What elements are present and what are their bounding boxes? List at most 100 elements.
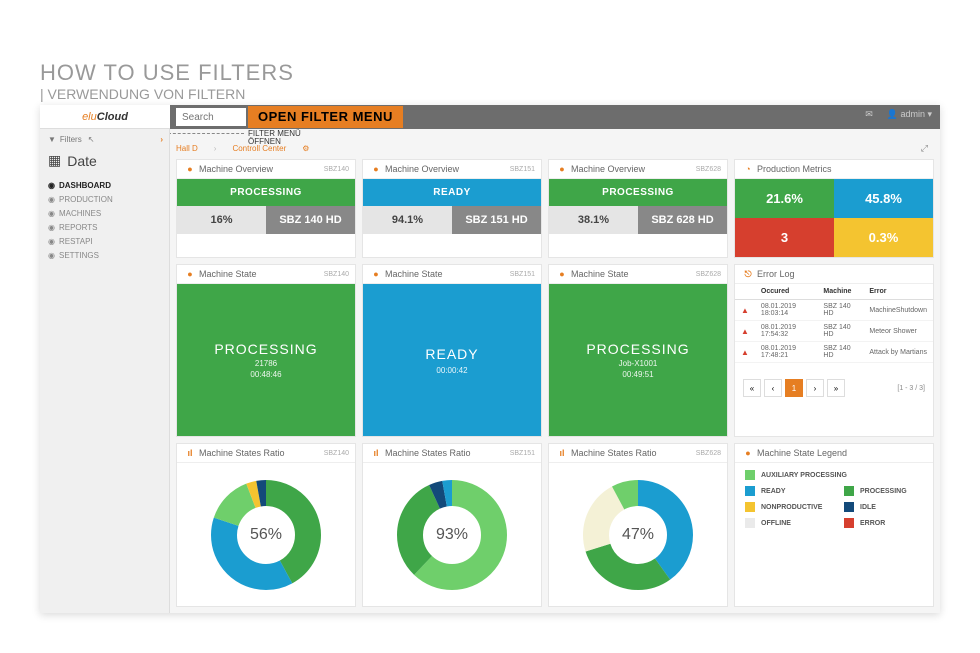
pager: «‹1›» [1 - 3 / 3] — [735, 363, 933, 413]
legend-item: AUXILIARY PROCESSING — [735, 467, 933, 483]
legend-swatch — [745, 518, 755, 528]
card-header: ●Machine StateSBZ140 — [177, 265, 355, 284]
card-tag: SBZ151 — [510, 450, 535, 457]
card-tag: SBZ628 — [696, 271, 721, 278]
pager-page[interactable]: 1 — [785, 379, 803, 397]
gear-icon[interactable]: ⚙ — [302, 144, 309, 153]
filters-toggle[interactable]: ▼ Filters ↖ › — [40, 129, 169, 150]
info-icon: ● — [557, 269, 567, 279]
mail-icon[interactable]: ✉ — [865, 109, 873, 120]
expand-icon[interactable]: ⤢ — [921, 143, 928, 154]
pager-prev[interactable]: ‹ — [764, 379, 782, 397]
card-header: ılMachine States RatioSBZ151 — [363, 444, 541, 463]
cursor-icon: ↖ — [88, 135, 95, 144]
metric-d: 0.3% — [834, 218, 933, 257]
card-header: ⎋ Error Log — [735, 265, 933, 284]
card-title: Machine State — [571, 269, 629, 279]
warn-icon: ▲ — [735, 300, 755, 321]
topbar: eluCloud OPEN FILTER MENU FILTER MENÜÖFF… — [40, 105, 940, 129]
metric-a: 21.6% — [735, 179, 834, 218]
card-title: Machine Overview — [385, 164, 459, 174]
slide-title: HOW TO USE FILTERS — [40, 60, 294, 86]
pager-first[interactable]: « — [743, 379, 761, 397]
info-icon: ıl — [185, 448, 195, 458]
card-title: Machine Overview — [571, 164, 645, 174]
card-tag: SBZ628 — [696, 166, 721, 173]
callout-arrow — [168, 133, 244, 134]
model-label: SBZ 140 HD — [266, 206, 355, 234]
dashboard-grid: ●Machine OverviewSBZ140PROCESSING16%SBZ … — [176, 159, 934, 607]
card-title: Error Log — [757, 269, 795, 279]
logo-text: Cloud — [97, 111, 128, 123]
legend-item: PROCESSING — [834, 483, 933, 499]
date-heading[interactable]: ▦ Date — [40, 150, 169, 175]
info-icon: ● — [371, 269, 381, 279]
legend-swatch — [844, 502, 854, 512]
card-title: Production Metrics — [757, 164, 832, 174]
card-header: ● Machine State SBZ628 — [549, 265, 727, 284]
pager-info: [1 - 3 / 3] — [897, 385, 925, 392]
ratio-card: ılMachine States RatioSBZ14056% — [176, 443, 356, 607]
metric-c: 3 — [735, 218, 834, 257]
nav-icon: ◉ — [48, 237, 55, 246]
prod-metrics-card: ◔Production Metrics21.6%45.8%30.3% — [734, 159, 934, 258]
legend-item: ERROR — [834, 515, 933, 531]
search-input[interactable] — [176, 108, 246, 126]
nav-item[interactable]: ◉ MACHINES — [48, 209, 161, 218]
legend-item: READY — [735, 483, 834, 499]
card-title: Machine States Ratio — [571, 448, 657, 458]
state-card: ●Machine StateSBZ151READY00:00:42 — [362, 264, 542, 437]
legend-swatch — [745, 486, 755, 496]
logo[interactable]: eluCloud — [40, 105, 170, 129]
info-icon: ● — [185, 164, 195, 174]
card-tag: SBZ140 — [324, 271, 349, 278]
table-row[interactable]: ▲08.01.2019 17:54:32SBZ 140 HDMeteor Sho… — [735, 321, 933, 342]
overview-card: ●Machine OverviewSBZ151READY94.1%SBZ 151… — [362, 159, 542, 258]
nav-item[interactable]: ◉ REPORTS — [48, 223, 161, 232]
warn-icon: ▲ — [735, 342, 755, 363]
callout-label: OPEN FILTER MENU — [248, 106, 403, 128]
pager-next[interactable]: › — [806, 379, 824, 397]
overview-card: ●Machine OverviewSBZ140PROCESSING16%SBZ … — [176, 159, 356, 258]
chevron-right-icon: › — [160, 135, 163, 144]
info-icon: ● — [371, 164, 381, 174]
app-window: eluCloud OPEN FILTER MENU FILTER MENÜÖFF… — [40, 105, 940, 613]
card-title: Machine State — [385, 269, 443, 279]
state-big: PROCESSINGJob-X100100:49:51 — [549, 284, 727, 436]
sidebar: ▼ Filters ↖ › ▦ Date ◉ DASHBOARD ◉ PRODUC… — [40, 129, 170, 613]
nav-item[interactable]: ◉ DASHBOARD — [48, 181, 161, 190]
info-icon: ● — [557, 164, 567, 174]
card-header: ● Machine State SBZ151 — [363, 265, 541, 284]
nav-item[interactable]: ◉ SETTINGS — [48, 251, 161, 260]
breadcrumb-item[interactable]: Hall D — [176, 144, 198, 153]
nav-item[interactable]: ◉ RESTAPI — [48, 237, 161, 246]
breadcrumb: Hall D › Controll Center ⚙ ⤢ — [176, 139, 934, 157]
state-big: PROCESSING2178600:48:46 — [177, 284, 355, 436]
info-icon: ● — [185, 269, 195, 279]
state-card: ●Machine StateSBZ140PROCESSING2178600:48… — [176, 264, 356, 437]
legend-item: OFFLINE — [735, 515, 834, 531]
breadcrumb-item[interactable]: Controll Center — [232, 144, 286, 153]
card-title: Machine State Legend — [757, 448, 847, 458]
info-icon: ◔ — [743, 164, 753, 174]
model-label: SBZ 628 HD — [638, 206, 727, 234]
info-icon: ıl — [557, 448, 567, 458]
card-header: ıl Machine States Ratio SBZ628 — [549, 444, 727, 463]
card-header: ●Machine State Legend — [735, 444, 933, 463]
legend-item: NONPRODUCTIVE — [735, 499, 834, 515]
user-menu[interactable]: 👤 admin ▾ — [887, 109, 932, 120]
nav-item[interactable]: ◉ PRODUCTION — [48, 195, 161, 204]
percent-value: 16% — [177, 206, 266, 234]
table-row[interactable]: ▲08.01.2019 17:48:21SBZ 140 HDAttack by … — [735, 342, 933, 363]
info-icon: ⎋ — [743, 269, 753, 279]
overview-card: ●Machine OverviewSBZ628PROCESSING38.1%SB… — [548, 159, 728, 258]
pager-last[interactable]: » — [827, 379, 845, 397]
card-tag: SBZ151 — [510, 271, 535, 278]
ratio-card: ılMachine States RatioSBZ62847% — [548, 443, 728, 607]
table-row[interactable]: ▲08.01.2019 18:03:14SBZ 140 HDMachineShu… — [735, 300, 933, 321]
filter-icon: ▼ — [48, 135, 56, 144]
card-tag: SBZ628 — [696, 450, 721, 457]
ratio-card: ılMachine States RatioSBZ15193% — [362, 443, 542, 607]
errlog-card: ⎋Error LogOccuredMachineError▲08.01.2019… — [734, 264, 934, 437]
card-title: Machine Overview — [199, 164, 273, 174]
